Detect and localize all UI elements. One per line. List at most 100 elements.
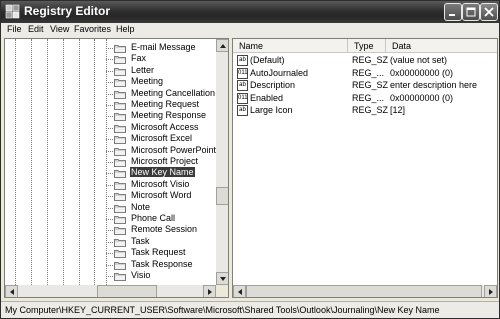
- maximize-button[interactable]: [462, 3, 480, 21]
- tree-item-label: Visio: [131, 270, 151, 280]
- tree-item-label: New Key Name: [129, 166, 196, 179]
- tree-connector: [106, 116, 113, 118]
- tree-connector: [106, 207, 113, 209]
- tree-scroll-thumb[interactable]: [216, 187, 228, 205]
- tree-item-label: Microsoft Access: [131, 121, 199, 132]
- scroll-up-button[interactable]: [216, 39, 228, 52]
- minimize-button[interactable]: [444, 3, 462, 21]
- arrow-left-icon: [10, 289, 14, 295]
- string-value-icon: ab: [237, 80, 248, 91]
- title-bar[interactable]: Registry Editor: [1, 1, 499, 23]
- menu-file[interactable]: File: [7, 24, 22, 34]
- folder-icon: [114, 215, 126, 224]
- tree-connector: [106, 162, 113, 163]
- binary-value-icon: 011: [237, 67, 248, 79]
- tree-item-label: Remote Session: [131, 224, 198, 235]
- tree-item-label: Task: [131, 235, 150, 246]
- value-data: enter description here: [390, 80, 478, 90]
- tree-connector: [106, 219, 113, 220]
- close-button[interactable]: [480, 3, 498, 21]
- tree-connector: [106, 264, 113, 266]
- tree-connector: [106, 59, 113, 61]
- scroll-left-button[interactable]: [233, 285, 246, 297]
- tree-guide-line: [94, 39, 95, 285]
- tree-guide-line: [79, 39, 80, 285]
- tree-guide-line: [47, 39, 48, 285]
- scroll-left-button[interactable]: [5, 285, 18, 297]
- tree-item-label: Microsoft PowerPoint: [131, 144, 217, 155]
- list-row[interactable]: ab (Default) REG_SZ (value not set): [233, 55, 497, 67]
- folder-icon: [114, 124, 126, 133]
- arrow-right-icon: [489, 289, 493, 295]
- folder-icon: [114, 78, 126, 88]
- status-bar: My Computer\HKEY_CURRENT_USER\Software\M…: [1, 301, 499, 318]
- value-name: AutoJournaled: [250, 67, 309, 78]
- list-row[interactable]: 011 Enabled REG_... 0x00000000 (0): [233, 92, 497, 105]
- folder-icon: [114, 147, 126, 156]
- list-horizontal-scrollbar[interactable]: [233, 285, 497, 297]
- minimize-icon: [449, 14, 455, 16]
- tree-connector: [106, 127, 113, 129]
- tree-connector: [106, 150, 113, 152]
- tree-connector: [106, 82, 113, 84]
- tree-guide-line: [31, 39, 32, 285]
- tree-item-label: Note: [131, 201, 151, 212]
- window-title: Registry Editor: [24, 4, 111, 18]
- tree-item-label: Task Response: [131, 258, 193, 269]
- status-path: My Computer\HKEY_CURRENT_USER\Software\M…: [5, 305, 440, 315]
- column-type-label: Type: [354, 41, 374, 51]
- tree-horizontal-scrollbar[interactable]: [5, 285, 216, 297]
- folder-icon: [114, 158, 126, 167]
- tree-item-label: Meeting Cancellation: [131, 87, 216, 98]
- folder-icon: [114, 90, 126, 99]
- value-type: REG_...: [352, 67, 385, 78]
- tree-connector: [106, 139, 113, 141]
- folder-icon: [114, 261, 126, 270]
- key-tree-pane[interactable]: E-mail Message Fax Letter Meeting Meeting Ca…: [4, 38, 229, 298]
- tree-connector: [106, 173, 113, 175]
- arrow-right-icon: [208, 289, 212, 295]
- tree-connector: [106, 196, 113, 198]
- column-name-label: Name: [239, 41, 264, 51]
- values-list-pane[interactable]: Name Type Data ab (Default) REG_SZ (value n…: [232, 38, 498, 298]
- folder-icon: [114, 249, 126, 259]
- scroll-right-button[interactable]: [203, 285, 216, 297]
- arrow-down-icon: [220, 277, 226, 281]
- tree-item-label: Meeting: [131, 76, 164, 87]
- tree-connector: [106, 241, 113, 243]
- value-data: 0x00000000 (0): [390, 92, 454, 103]
- tree-connector: [106, 93, 113, 95]
- folder-icon: [114, 55, 126, 65]
- folder-icon: [114, 101, 126, 110]
- list-hscroll-thumb[interactable]: [246, 285, 482, 297]
- tree-guide-line: [63, 39, 64, 285]
- folder-icon: [114, 181, 126, 190]
- menu-view[interactable]: View: [50, 24, 69, 34]
- column-header-name[interactable]: Name: [233, 39, 348, 53]
- tree-item-label: Meeting Request: [131, 99, 200, 109]
- list-row[interactable]: ab Description REG_SZ enter description her…: [233, 80, 497, 92]
- tree-guide-line: [15, 39, 16, 285]
- menu-help[interactable]: Help: [116, 24, 135, 34]
- folder-icon: [114, 238, 126, 247]
- tree-connector: [106, 230, 113, 232]
- scroll-down-button[interactable]: [216, 272, 228, 285]
- folder-icon: [114, 226, 126, 236]
- tree-connector: [106, 48, 113, 49]
- column-header-type[interactable]: Type: [348, 39, 386, 53]
- column-header-data[interactable]: Data: [386, 39, 497, 53]
- tree-vertical-scrollbar[interactable]: [216, 39, 228, 285]
- scroll-right-button[interactable]: [484, 285, 497, 297]
- list-row[interactable]: 011 AutoJournaled REG_... 0x00000000 (0): [233, 67, 497, 80]
- registry-editor-icon: [5, 4, 20, 19]
- tree-item-label: Microsoft Word: [131, 190, 192, 201]
- tree-hscroll-thumb[interactable]: [97, 285, 157, 297]
- folder-icon: [114, 192, 126, 202]
- tree-item-label: Letter: [131, 64, 155, 75]
- menu-favorites[interactable]: Favorites: [74, 24, 111, 34]
- value-data: [12]: [390, 105, 406, 115]
- list-row[interactable]: ab Large Icon REG_SZ [12]: [233, 105, 497, 117]
- menu-edit[interactable]: Edit: [28, 24, 44, 34]
- folder-icon: [114, 135, 126, 145]
- string-value-icon: ab: [237, 55, 248, 66]
